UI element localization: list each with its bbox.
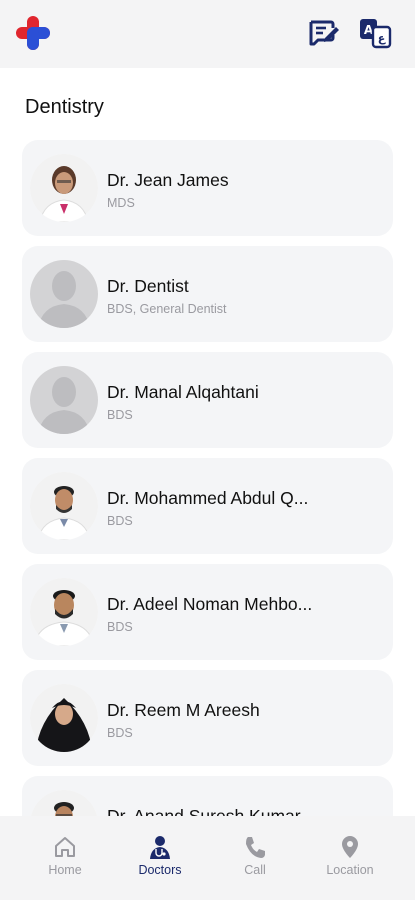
doctor-card[interactable]: Dr. Jean James MDS [22, 140, 393, 236]
doctor-card[interactable]: Dr. Mohammed Abdul Q... BDS [22, 458, 393, 554]
nav-label: Location [326, 863, 374, 877]
doctor-qualification: BDS [107, 726, 133, 740]
doctor-card[interactable]: Dr. Adeel Noman Mehbo... BDS [22, 564, 393, 660]
doctor-card[interactable]: Dr. Anand Suresh Kumar [22, 776, 393, 816]
location-pin-icon [342, 836, 358, 858]
doctor-qualification: BDS [107, 620, 133, 634]
doctor-icon [150, 836, 170, 859]
phone-icon [246, 837, 265, 858]
doctor-qualification: BDS [107, 514, 133, 528]
doctor-name: Dr. Jean James [107, 170, 229, 190]
section-title: Dentistry [25, 96, 104, 118]
top-app-bar: A ع [0, 0, 415, 68]
doctor-name: Dr. Reem M Areesh [107, 700, 260, 720]
doctor-qualification: BDS [107, 408, 133, 422]
nav-doctors[interactable]: Doctors [115, 834, 205, 894]
doctor-list[interactable]: Dr. Jean James MDS Dr. Dentist BDS, Gene… [0, 140, 415, 816]
edit-note-icon [309, 20, 339, 46]
doctor-card[interactable]: Dr. Manal Alqahtani BDS [22, 352, 393, 448]
doctor-qualification: BDS, General Dentist [107, 302, 227, 316]
bottom-navigation: Home Doctors Call Location [0, 816, 415, 900]
doctor-name: Dr. Anand Suresh Kumar [107, 806, 301, 816]
nav-home[interactable]: Home [20, 834, 110, 894]
svg-text:ع: ع [378, 32, 386, 45]
nav-location[interactable]: Location [305, 834, 395, 894]
nav-label: Doctors [138, 863, 182, 877]
nav-label: Home [48, 863, 82, 877]
medical-cross-logo [14, 14, 52, 52]
placeholder-avatar-icon [30, 260, 98, 328]
doctor-name: Dr. Manal Alqahtani [107, 382, 259, 402]
doctor-avatar [30, 684, 98, 752]
doctor-name: Dr. Mohammed Abdul Q... [107, 488, 309, 508]
doctor-avatar [30, 578, 98, 646]
doctor-qualification: MDS [107, 196, 135, 210]
doctor-card[interactable]: Dr. Dentist BDS, General Dentist [22, 246, 393, 342]
language-button[interactable]: A ع [358, 16, 392, 50]
doctor-avatar [30, 154, 98, 222]
doctor-name: Dr. Dentist [107, 276, 189, 296]
placeholder-avatar-icon [30, 366, 98, 434]
nav-label: Call [244, 863, 266, 877]
doctor-card[interactable]: Dr. Reem M Areesh BDS [22, 670, 393, 766]
doctor-avatar [30, 472, 98, 540]
home-icon [55, 837, 75, 857]
translate-icon: A ع [360, 19, 392, 49]
nav-call[interactable]: Call [210, 834, 300, 894]
edit-note-button[interactable] [307, 16, 341, 50]
doctor-name: Dr. Adeel Noman Mehbo... [107, 594, 313, 614]
doctor-avatar [30, 790, 98, 816]
